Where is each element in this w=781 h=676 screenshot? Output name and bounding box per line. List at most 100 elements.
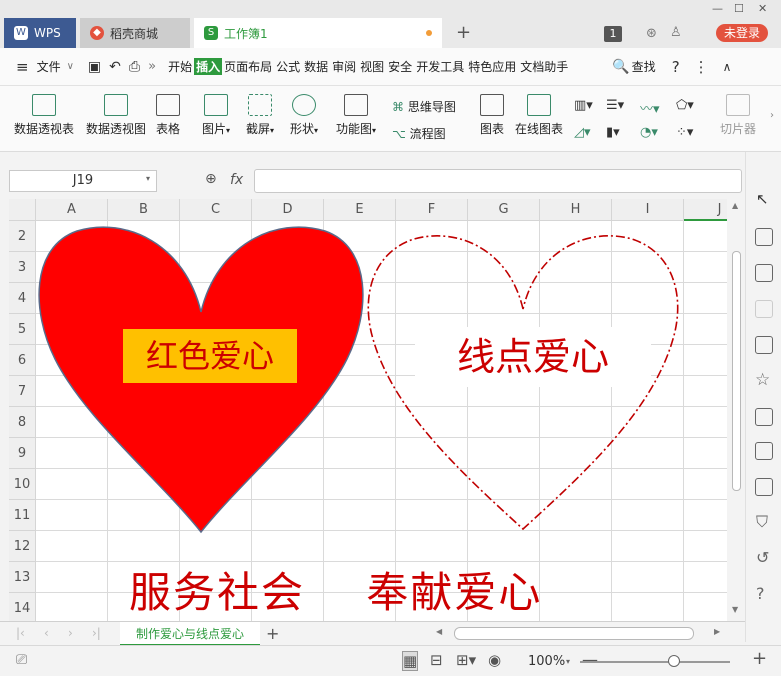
flowchart-button[interactable]: ⌥ 流程图 xyxy=(392,125,446,142)
column-chart-icon[interactable]: ▥▾ xyxy=(574,98,593,113)
shape-button[interactable]: 形状▾ xyxy=(290,94,318,137)
shirt-icon[interactable]: ♙ xyxy=(670,25,682,40)
archive-icon[interactable] xyxy=(755,408,773,426)
mindmap-button[interactable]: ⌘ 思维导图 xyxy=(392,98,456,115)
hamburger-icon[interactable]: ≡ xyxy=(16,58,29,76)
more-vertical-icon[interactable]: ⋮ xyxy=(694,58,709,76)
zoom-slider-track[interactable] xyxy=(580,661,730,663)
ribbon-tab-4[interactable]: 数据 xyxy=(302,58,330,75)
style-panel-icon[interactable] xyxy=(755,264,773,282)
new-tab-button[interactable]: + xyxy=(456,22,471,43)
ribbon-tab-1[interactable]: 插入 xyxy=(194,58,223,75)
zoom-in-button[interactable]: + xyxy=(752,648,767,669)
shapes-panel-icon[interactable] xyxy=(755,228,773,246)
ribbon-tab-2[interactable]: 页面布局 xyxy=(222,58,274,75)
tab-workbook-label: 工作簿1 xyxy=(224,26,268,41)
fx-icon[interactable]: fx xyxy=(230,172,243,188)
first-sheet-icon[interactable]: |‹ xyxy=(16,626,25,640)
search-label[interactable]: 查找 xyxy=(630,58,658,75)
page-break-view-icon[interactable]: ⊞▾ xyxy=(456,651,476,669)
namebox-dropdown-icon[interactable]: ▾ xyxy=(146,174,150,183)
scroll-down-icon[interactable]: ▼ xyxy=(732,605,738,614)
ribbon-tab-9[interactable]: 特色应用 xyxy=(466,58,518,75)
zoom-formula-icon[interactable]: ⊕ xyxy=(205,171,217,187)
save-icon[interactable]: ▣ xyxy=(88,59,101,75)
collapse-ribbon-icon[interactable]: ∧ xyxy=(723,60,732,74)
spreadsheet-grid[interactable]: ABCDEFGHIJ 2 3 4 5 6 7 8 9 10 11 12 13 14 红色爱心 线点爱心 … xyxy=(9,199,727,621)
dotted-heart-textbox[interactable]: 线点爱心 xyxy=(415,327,651,387)
tab-wps[interactable]: W WPS xyxy=(4,18,76,48)
screenshot-button[interactable]: 截屏▾ xyxy=(246,94,274,137)
notes-panel-icon[interactable] xyxy=(755,442,773,460)
line-chart-icon[interactable]: 〰▾ xyxy=(640,98,660,117)
ribbon-tab-7[interactable]: 安全 xyxy=(386,58,414,75)
hscroll-right-icon[interactable]: ▶ xyxy=(714,627,720,636)
vertical-scrollbar[interactable]: ▲ ▼ xyxy=(729,199,743,621)
help-icon[interactable]: ? xyxy=(672,58,680,76)
minimize-icon[interactable]: — xyxy=(712,2,723,15)
help-circle-icon[interactable]: ? xyxy=(756,584,765,603)
formula-input[interactable] xyxy=(254,169,742,193)
horizontal-scroll-thumb[interactable] xyxy=(454,627,694,640)
scroll-up-icon[interactable]: ▲ xyxy=(732,201,738,210)
macro-icon[interactable]: ⎚ xyxy=(16,652,27,668)
normal-view-icon[interactable]: ▦ xyxy=(402,651,419,671)
online-chart-button[interactable]: 在线图表 xyxy=(515,94,563,137)
chevron-down-icon[interactable]: ∨ xyxy=(67,61,74,72)
shield-icon[interactable]: ⛉ xyxy=(756,512,768,532)
ribbon-tab-8[interactable]: 开发工具 xyxy=(414,58,466,75)
radar-chart-icon[interactable]: ⬠▾ xyxy=(676,98,694,113)
login-button[interactable]: 未登录 xyxy=(716,24,768,42)
ribbon-tab-5[interactable]: 审阅 xyxy=(330,58,358,75)
ribbon-tab-10[interactable]: 文档助手 xyxy=(518,58,570,75)
maximize-icon[interactable]: ☐ xyxy=(734,2,744,15)
ribbon-tab-3[interactable]: 公式 xyxy=(274,58,302,75)
menu-file[interactable]: 文件 xyxy=(35,58,63,75)
close-icon[interactable]: ✕ xyxy=(758,2,767,15)
zoom-level[interactable]: 100% xyxy=(528,654,565,669)
ribbon-scroll-right-icon[interactable]: › xyxy=(770,110,774,121)
image-panel-icon[interactable] xyxy=(755,478,773,496)
add-sheet-button[interactable]: + xyxy=(266,624,279,643)
search-icon[interactable]: 🔍 xyxy=(612,59,629,75)
table-button[interactable]: 表格 xyxy=(156,94,180,137)
chart-button[interactable]: 图表 xyxy=(480,94,504,137)
pivot-chart-button[interactable]: 数据透视图 xyxy=(86,94,146,137)
last-sheet-icon[interactable]: ›| xyxy=(92,626,101,640)
ribbon-tab-6[interactable]: 视图 xyxy=(358,58,386,75)
pivot-table-button[interactable]: 数据透视表 xyxy=(14,94,74,137)
more-arrows-icon[interactable]: » xyxy=(148,59,156,74)
tab-workbook[interactable]: S 工作簿1 xyxy=(194,18,442,48)
pages-panel-icon[interactable] xyxy=(755,300,773,318)
red-heart-textbox[interactable]: 红色爱心 xyxy=(123,329,297,383)
area-chart-icon[interactable]: ◿▾ xyxy=(574,125,591,140)
bar-chart-h-icon[interactable]: ☰▾ xyxy=(606,98,624,113)
prev-sheet-icon[interactable]: ‹ xyxy=(44,626,49,640)
next-sheet-icon[interactable]: › xyxy=(68,626,73,640)
tab-daoke-store[interactable]: ◆ 稻壳商城 xyxy=(80,18,190,48)
stock-chart-icon[interactable]: ▮▾ xyxy=(606,125,620,140)
print-icon[interactable]: ⎙ xyxy=(129,59,140,75)
slicer-button[interactable]: 切片器 xyxy=(720,94,756,137)
pie-chart-icon[interactable]: ◔▾ xyxy=(640,125,658,140)
zoom-slider-knob[interactable] xyxy=(668,655,680,667)
gallery-panel-icon[interactable] xyxy=(755,336,773,354)
cursor-icon[interactable]: ↖ xyxy=(756,190,769,208)
hscroll-left-icon[interactable]: ◀ xyxy=(436,627,442,636)
history-icon[interactable]: ↺ xyxy=(756,548,769,567)
eye-protection-icon[interactable]: ◉ xyxy=(488,651,501,669)
picture-button[interactable]: 图片▾ xyxy=(202,94,230,137)
ribbon-tab-0[interactable]: 开始 xyxy=(166,58,194,75)
slogan-text[interactable]: 服务社会 奉献爱心 xyxy=(129,559,542,620)
cell-name-box[interactable]: J19 xyxy=(9,170,157,192)
sheet-tab-active[interactable]: 制作爱心与线点爱心 xyxy=(120,622,260,646)
vertical-scroll-thumb[interactable] xyxy=(732,251,741,491)
star-icon[interactable]: ☆ xyxy=(755,370,770,390)
zoom-dropdown-icon[interactable]: ▾ xyxy=(566,657,570,666)
scatter-chart-icon[interactable]: ⁘▾ xyxy=(676,125,693,140)
undo-icon[interactable]: ↶ xyxy=(109,59,121,75)
function-chart-button[interactable]: 功能图▾ xyxy=(336,94,376,137)
zoom-out-button[interactable]: — xyxy=(582,650,598,669)
page-layout-view-icon[interactable]: ⊟ xyxy=(430,651,443,669)
skin-icon[interactable]: ⊛ xyxy=(646,26,657,41)
